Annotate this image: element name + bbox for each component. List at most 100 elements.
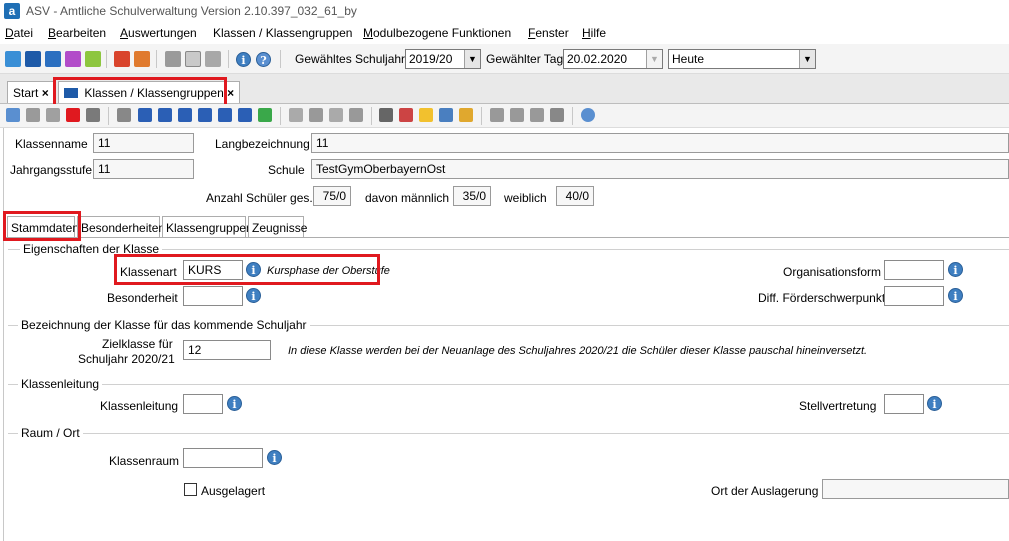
window-icon[interactable] xyxy=(185,51,201,67)
new-icon[interactable] xyxy=(6,108,20,122)
first-record-icon[interactable] xyxy=(138,108,152,122)
notes-icon[interactable] xyxy=(85,51,101,67)
tag-date-field[interactable]: 20.02.2020 ▼ xyxy=(563,49,663,69)
info-icon[interactable]: i xyxy=(948,288,963,303)
lehrer-icon[interactable] xyxy=(45,51,61,67)
module-icon[interactable] xyxy=(165,51,181,67)
section-title-raum: Raum / Ort xyxy=(18,426,83,440)
stellvertretung-field[interactable] xyxy=(884,394,924,414)
ausgelagert-checkbox[interactable] xyxy=(184,483,197,496)
organisationsform-field[interactable] xyxy=(884,260,944,280)
zielklasse-field[interactable]: 12 xyxy=(183,340,271,360)
info-icon[interactable]: i xyxy=(927,396,942,411)
print-icon[interactable] xyxy=(379,108,393,122)
toolbar-separator xyxy=(280,107,281,125)
schuljahr-select[interactable]: 2019/20 ▼ xyxy=(405,49,481,69)
next-page-icon[interactable] xyxy=(218,108,232,122)
copy-icon[interactable] xyxy=(329,108,343,122)
info-icon[interactable]: i xyxy=(246,288,261,303)
tab-start[interactable]: Start × xyxy=(7,81,55,103)
tab-besonderheiten[interactable]: Besonderheiten xyxy=(77,216,165,238)
help-icon[interactable] xyxy=(581,108,595,122)
list-icon[interactable] xyxy=(117,108,131,122)
jahrgangsstufe-field[interactable]: 11 xyxy=(93,159,194,179)
comment-icon[interactable] xyxy=(550,108,564,122)
unterricht-icon[interactable] xyxy=(65,51,81,67)
refresh-icon[interactable] xyxy=(258,108,272,122)
paragraph-icon[interactable] xyxy=(530,108,544,122)
toolbar-separator xyxy=(108,107,109,125)
cut-icon[interactable] xyxy=(309,108,323,122)
klassenname-field[interactable]: 11 xyxy=(93,133,194,153)
group-edit-icon[interactable] xyxy=(510,108,524,122)
title-bar: a ASV - Amtliche Schulverwaltung Version… xyxy=(0,0,1009,22)
chevron-down-icon[interactable]: ▼ xyxy=(464,50,480,68)
menu-fenster[interactable]: Fenster xyxy=(528,26,569,40)
schuljahr-label: Gewähltes Schuljahr xyxy=(295,52,406,66)
menu-datei[interactable]: Datei xyxy=(5,26,33,40)
prev-page-icon[interactable] xyxy=(158,108,172,122)
langbezeichnung-field[interactable]: 11 xyxy=(311,133,1009,153)
klassenart-label: Klassenart xyxy=(120,265,177,279)
save-icon[interactable] xyxy=(26,108,40,122)
info-icon[interactable]: i xyxy=(227,396,242,411)
info-icon[interactable]: i xyxy=(267,450,282,465)
preview-eye-icon[interactable] xyxy=(399,108,413,122)
delete-icon[interactable] xyxy=(66,108,80,122)
toolbar-separator xyxy=(481,107,482,125)
schueler-icon[interactable] xyxy=(5,51,21,67)
section-title-bezeichnung: Bezeichnung der Klasse für das kommende … xyxy=(18,318,310,332)
info-icon[interactable]: i xyxy=(236,52,251,67)
menu-bar: Datei Bearbeiten Auswertungen Klassen / … xyxy=(0,22,1009,44)
heute-select[interactable]: Heute ▼ xyxy=(668,49,816,69)
klassenleitung-field[interactable] xyxy=(183,394,223,414)
menu-klassen[interactable]: Klassen / Klassengruppen xyxy=(213,26,352,40)
menu-hilfe[interactable]: Hilfe xyxy=(582,26,606,40)
klassen-icon[interactable] xyxy=(25,51,41,67)
undo-icon[interactable] xyxy=(46,108,60,122)
klassenraum-field[interactable] xyxy=(183,448,263,468)
lightbulb-icon[interactable] xyxy=(419,108,433,122)
book-icon[interactable] xyxy=(114,51,130,67)
klassenart-field[interactable]: KURS xyxy=(183,260,243,280)
klassenname-label: Klassenname xyxy=(15,137,88,151)
besonderheit-label: Besonderheit xyxy=(107,291,178,305)
prev-record-icon[interactable] xyxy=(178,108,192,122)
bell-icon[interactable] xyxy=(459,108,473,122)
tab-stammdaten[interactable]: Stammdaten xyxy=(7,216,79,238)
ausgelagert-label: Ausgelagert xyxy=(201,484,266,498)
menu-bearbeiten[interactable]: Bearbeiten xyxy=(48,26,106,40)
tab-klassengruppen[interactable]: Klassengruppen xyxy=(162,216,253,238)
back-arrow-icon[interactable] xyxy=(289,108,303,122)
tab-zeugnisse[interactable]: Zeugnisse xyxy=(248,216,307,238)
klassenleitung-label: Klassenleitung xyxy=(100,399,179,413)
lightning-icon[interactable] xyxy=(205,51,221,67)
paste-icon[interactable] xyxy=(349,108,363,122)
next-record-icon[interactable] xyxy=(198,108,212,122)
edit-icon[interactable] xyxy=(86,108,100,122)
app-logo-icon: a xyxy=(4,3,20,19)
report-icon[interactable] xyxy=(134,51,150,67)
close-icon[interactable]: × xyxy=(227,86,234,100)
group-icon[interactable] xyxy=(490,108,504,122)
chevron-down-icon[interactable]: ▼ xyxy=(799,50,815,68)
close-icon[interactable]: × xyxy=(42,86,49,100)
info-icon[interactable]: i xyxy=(246,262,261,277)
help-icon[interactable]: ? xyxy=(256,52,271,67)
toolbar-separator xyxy=(572,107,573,125)
info-icon[interactable]: i xyxy=(948,262,963,277)
jahrgangsstufe-label: Jahrgangsstufe xyxy=(10,163,93,177)
besonderheit-field[interactable] xyxy=(183,286,243,306)
tab-klassen[interactable]: Klassen / Klassengruppen × xyxy=(58,81,241,103)
auslagerung-field[interactable] xyxy=(822,479,1009,499)
schule-field[interactable]: TestGymOberbayernOst xyxy=(311,159,1009,179)
clock-icon[interactable] xyxy=(439,108,453,122)
menu-auswertungen[interactable]: Auswertungen xyxy=(120,26,197,40)
last-record-icon[interactable] xyxy=(238,108,252,122)
toolbar-separator xyxy=(228,50,229,68)
section-divider xyxy=(8,384,1009,385)
foerderschwerpunkt-field[interactable] xyxy=(884,286,944,306)
chevron-down-icon[interactable]: ▼ xyxy=(646,50,662,68)
menu-modulbezogene-funktionen[interactable]: Modulbezogene Funktionen xyxy=(363,26,511,40)
klassenraum-label: Klassenraum xyxy=(109,454,180,468)
